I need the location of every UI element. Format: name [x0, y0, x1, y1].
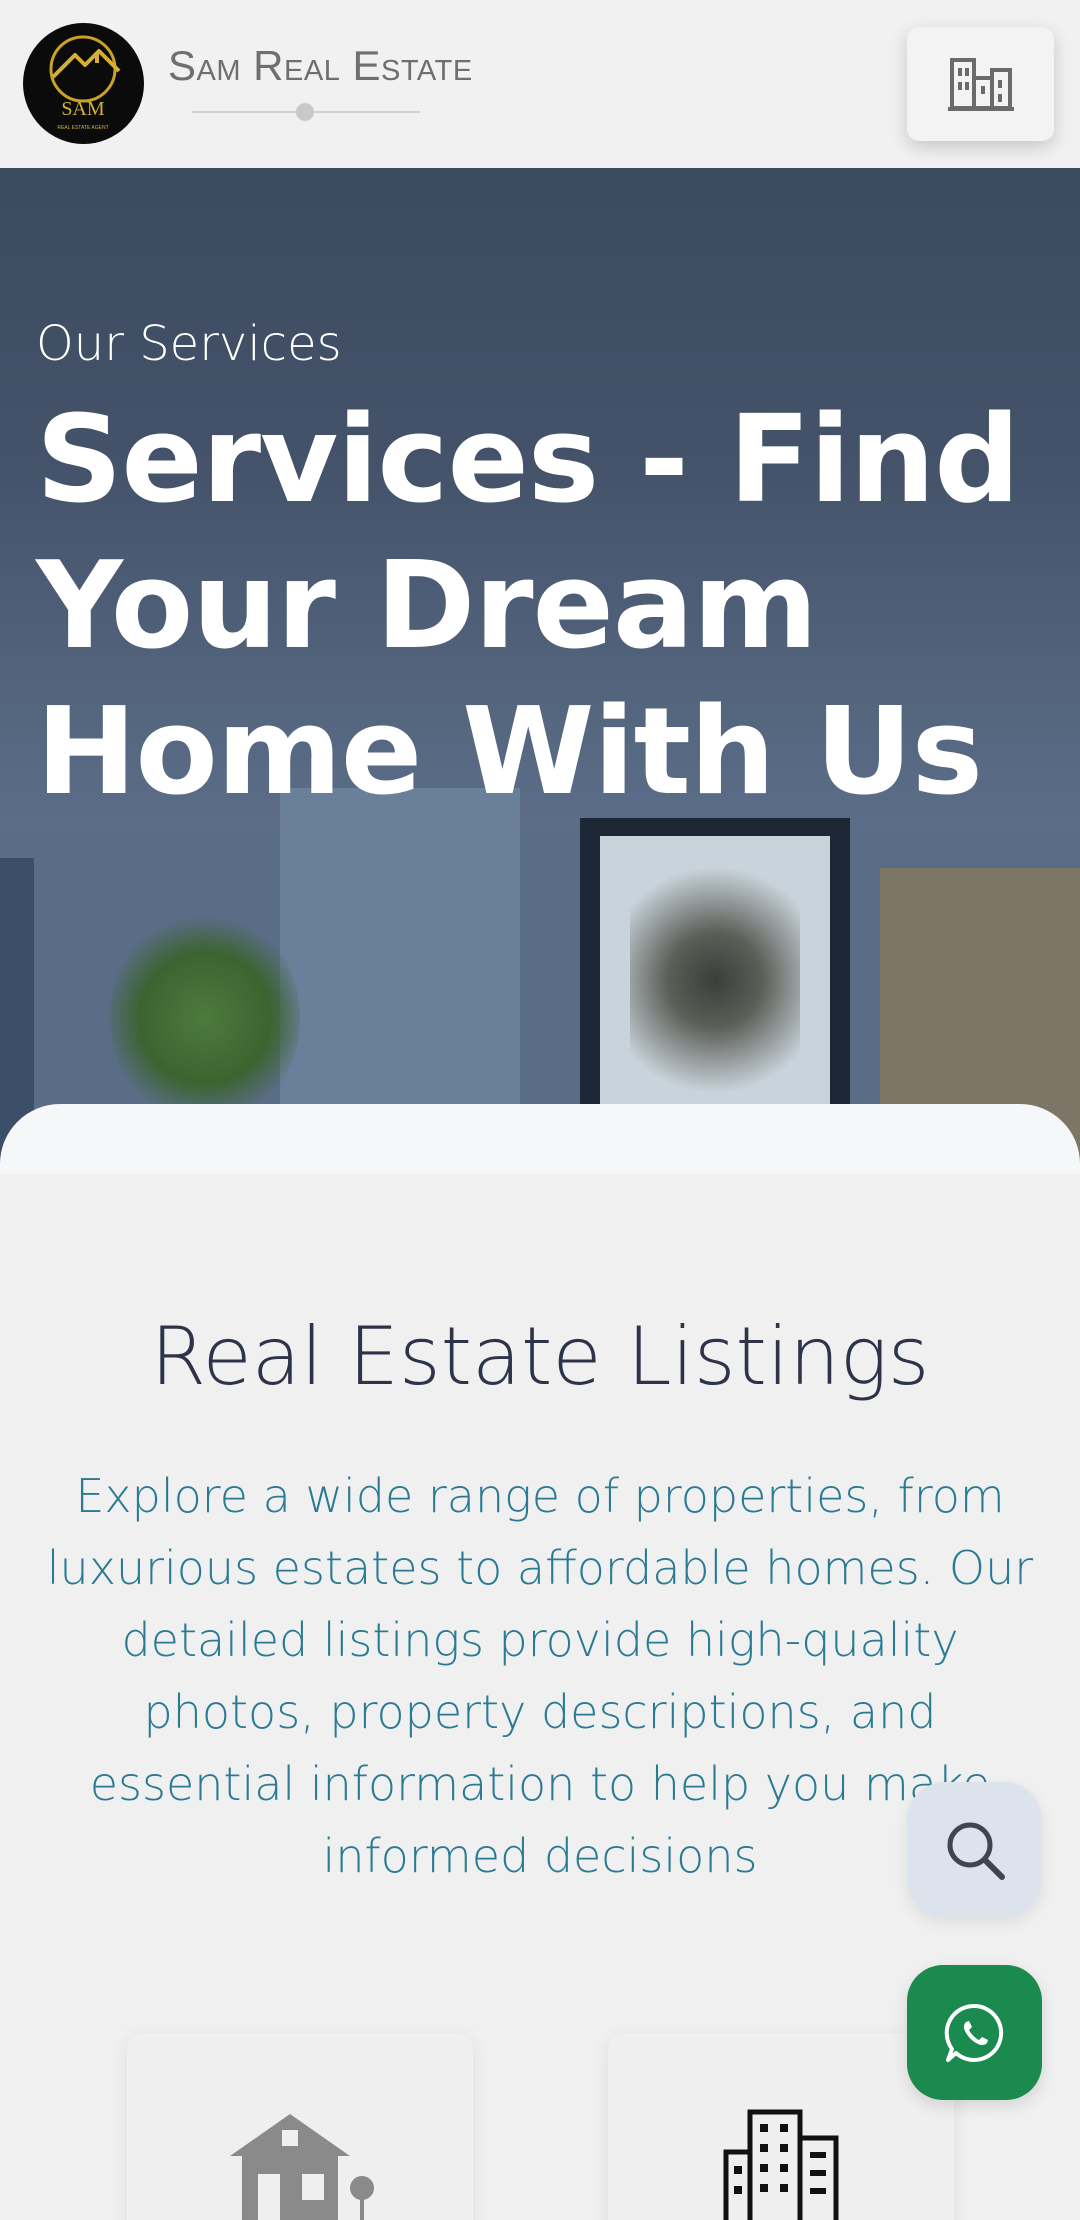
menu-button[interactable] — [907, 27, 1054, 141]
brand-name[interactable]: Sam Real Estate — [168, 42, 473, 90]
hero-banner: Our Services Services - Find Your Dream … — [0, 168, 1080, 1168]
house-roof-logo-icon: SAM REAL ESTATE AGENT — [49, 35, 121, 131]
logo-subtext: REAL ESTATE AGENT — [57, 125, 108, 131]
house-icon — [230, 2114, 374, 2220]
hero-bg-plant — [110, 908, 300, 1128]
service-card-house[interactable] — [127, 2033, 473, 2220]
brand-divider-dot — [296, 103, 314, 121]
whatsapp-icon — [944, 2003, 1003, 2062]
buildings-icon — [947, 58, 1014, 111]
listings-title: Real Estate Listings — [150, 1310, 930, 1403]
whatsapp-button[interactable] — [907, 1965, 1042, 2100]
hero-subtitle: Our Services — [36, 316, 342, 372]
section-curve-divider — [0, 1104, 1080, 1174]
site-header: SAM REAL ESTATE AGENT Sam Real Estate — [0, 0, 1080, 168]
search-button[interactable] — [907, 1782, 1042, 1917]
search-icon — [947, 1822, 1005, 1880]
hero-title: Services - Find Your Dream Home With Us — [36, 391, 1020, 822]
apartment-building-icon — [723, 2109, 839, 2220]
listings-description: Explore a wide range of properties, from… — [46, 1469, 1034, 1883]
service-card-apartment[interactable] — [608, 2033, 954, 2220]
logo-text: SAM — [61, 98, 105, 120]
brand-logo[interactable]: SAM REAL ESTATE AGENT — [23, 23, 144, 144]
